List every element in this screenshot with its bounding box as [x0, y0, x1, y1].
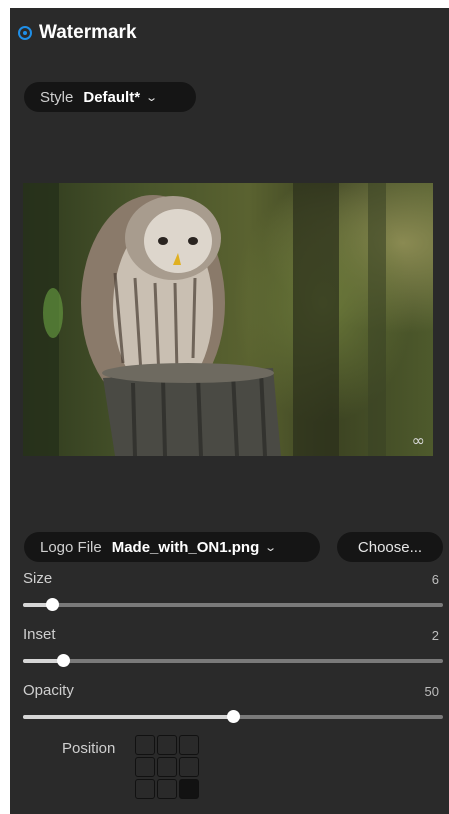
radio-selected-icon[interactable] [18, 26, 32, 40]
logo-file-dropdown[interactable]: Logo File Made_with_ON1.png ⌄ [24, 532, 320, 562]
chevron-down-icon: ⌄ [264, 541, 278, 554]
position-label: Position [62, 740, 116, 757]
size-slider-thumb[interactable] [46, 598, 60, 611]
position-middle-right[interactable] [179, 757, 199, 777]
size-slider[interactable] [23, 598, 443, 611]
opacity-slider-thumb[interactable] [227, 710, 240, 723]
inset-slider[interactable] [23, 654, 443, 667]
position-bottom-left[interactable] [135, 779, 155, 799]
position-top-right[interactable] [179, 735, 199, 755]
inset-slider-thumb[interactable] [56, 654, 70, 667]
logo-file-label: Logo File [40, 538, 102, 556]
watermark-logo-icon: ∞ [411, 431, 425, 450]
position-center[interactable] [157, 757, 177, 777]
inset-label: Inset [23, 626, 56, 643]
watermark-preview-image: ∞ [23, 183, 433, 456]
opacity-slider[interactable] [23, 710, 443, 723]
position-grid [135, 735, 201, 799]
inset-value: 2 [431, 628, 439, 643]
opacity-slider-fill [23, 715, 233, 719]
position-top-left[interactable] [135, 735, 155, 755]
size-value: 6 [431, 572, 439, 587]
position-middle-left[interactable] [135, 757, 155, 777]
position-bottom-center[interactable] [157, 779, 177, 799]
chevron-down-icon: ⌄ [145, 91, 159, 104]
opacity-value: 50 [424, 684, 439, 699]
position-bottom-right[interactable] [179, 779, 199, 799]
logo-file-value: Made_with_ON1.png [111, 538, 260, 556]
opacity-label: Opacity [23, 682, 74, 699]
style-dropdown[interactable]: Style Default* ⌄ [24, 82, 196, 112]
style-label: Style [40, 88, 74, 106]
style-value: Default* [83, 88, 141, 106]
panel-title: Watermark [39, 22, 137, 43]
choose-button[interactable]: Choose... [337, 532, 443, 562]
owl-photo [23, 183, 386, 456]
panel-header: Watermark [18, 22, 137, 44]
position-top-center[interactable] [157, 735, 177, 755]
watermark-panel: Watermark Style Default* ⌄ ∞ Logo File M… [10, 8, 449, 814]
size-label: Size [23, 570, 53, 587]
